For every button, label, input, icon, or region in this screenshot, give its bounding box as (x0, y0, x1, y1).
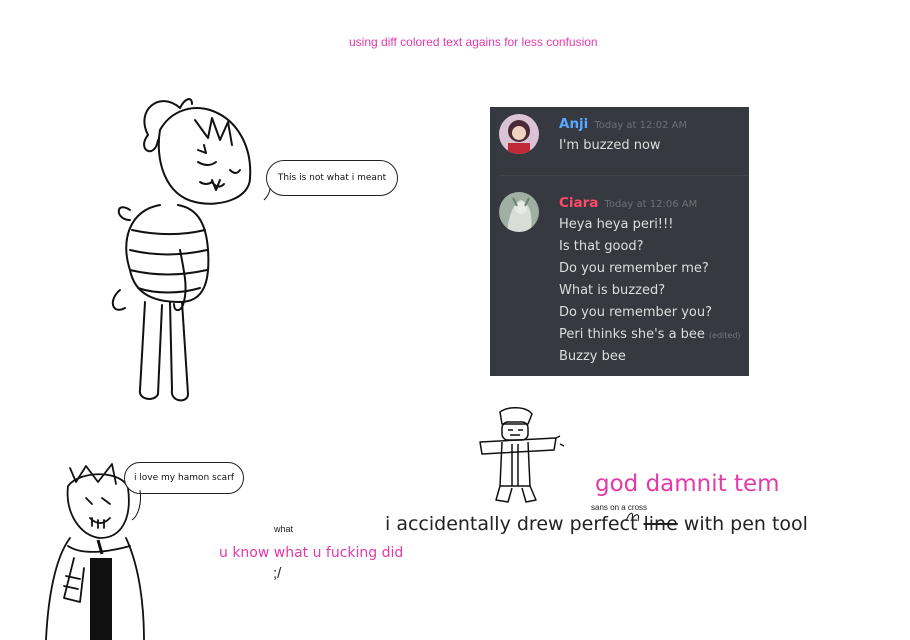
speech-tail-bottom (131, 489, 141, 521)
sketch-character-top (111, 98, 252, 402)
caption-accident: i accidentally drew perfect line with pe… (385, 513, 808, 535)
author-label[interactable]: Ciara (559, 195, 598, 211)
author-label[interactable]: Anji (559, 116, 588, 132)
caption-accident-prefix: i accidentally drew perfect (385, 513, 644, 535)
speech-bubble-top-text: This is not what i meant (277, 173, 387, 183)
message-line: What is buzzed? (559, 283, 666, 298)
timestamp: Today at 12:02 AM (594, 120, 688, 131)
message-line: I'm buzzed now (559, 138, 661, 153)
avatar-anji (499, 114, 539, 154)
message-divider (499, 175, 749, 176)
message-line: Is that good? (559, 239, 644, 254)
caption-accident-suffix: with pen tool (677, 513, 808, 535)
message-line: Do you remember me? (559, 261, 709, 276)
message-line: Heya heya peri!!! (559, 217, 674, 232)
caption-what: what (274, 524, 294, 534)
sketch-sans-on-cross (479, 407, 565, 503)
message-line: Buzzy bee (559, 349, 626, 364)
message-line-edited: Peri thinks she's a bee (edited) (559, 327, 741, 342)
header-note: using diff colored text agains for less … (349, 35, 598, 49)
author-name-ciara[interactable]: Ciara Today at 12:06 AM (559, 195, 697, 211)
caption-u-know: u know what u fucking did (219, 545, 404, 561)
chat-screenshot: Anji Today at 12:02 AM I'm buzzed now Cia… (490, 107, 749, 376)
caption-god-damnit: god damnit tem (595, 471, 780, 497)
author-name-anji[interactable]: Anji Today at 12:02 AM (559, 116, 687, 132)
speech-tail-top (263, 187, 271, 201)
speech-bubble-bottom-text: i love my hamon scarf (133, 473, 235, 483)
caption-accident-struck: line (643, 513, 678, 535)
message-text: Peri thinks she's a bee (559, 327, 705, 342)
timestamp: Today at 12:06 AM (604, 199, 698, 210)
avatar-ciara (499, 192, 539, 232)
message-line: Do you remember you? (559, 305, 713, 320)
caption-emoticon: ;/ (273, 565, 282, 582)
edited-tag: (edited) (708, 331, 741, 340)
speech-bubble-top: This is not what i meant (266, 160, 398, 196)
